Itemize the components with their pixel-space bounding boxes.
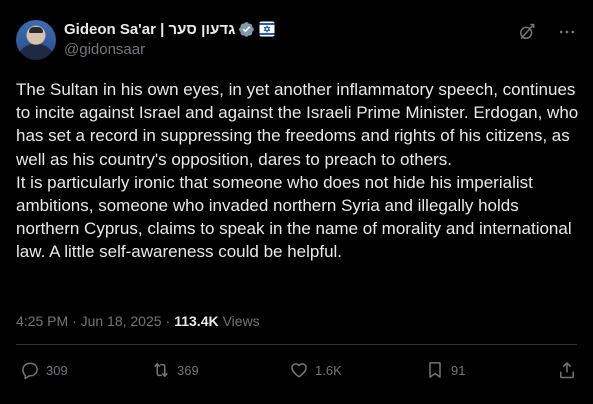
repost-button[interactable]: 369: [151, 360, 199, 380]
tweet-timestamp[interactable]: 4:25 PM · Jun 18, 2025: [16, 313, 162, 329]
author-info: Gideon Sa'ar | גדעון סער @gidonsaar: [64, 19, 275, 58]
grok-icon[interactable]: [517, 22, 537, 42]
bookmark-count: 91: [451, 362, 466, 378]
heart-icon: [291, 363, 307, 378]
tweet-header: Gideon Sa'ar | גדעון סער @gidonsaar: [16, 16, 577, 60]
meta-separator: ·: [165, 313, 171, 329]
views-count: 113.4K: [174, 313, 219, 329]
bookmark-icon: [429, 362, 441, 378]
author-handle[interactable]: @gidonsaar: [64, 41, 275, 58]
like-count: 1.6K: [315, 362, 342, 378]
tweet-top-actions: [517, 22, 577, 42]
views-label: Views: [222, 313, 260, 329]
tweet-card: Gideon Sa'ar | גדעון סער @gidonsaar The …: [0, 0, 593, 404]
author-display-name[interactable]: Gideon Sa'ar | גדעון סער: [64, 21, 235, 38]
israel-flag-icon: [259, 21, 275, 37]
share-icon: [560, 362, 574, 379]
like-button[interactable]: 1.6K: [289, 360, 342, 380]
share-button[interactable]: [557, 360, 577, 380]
reply-icon: [22, 362, 38, 380]
bookmark-button[interactable]: 91: [425, 360, 465, 380]
repost-icon: [154, 363, 168, 377]
divider: [16, 344, 577, 345]
avatar[interactable]: [16, 20, 56, 60]
tweet-text: The Sultan in his own eyes, in yet anoth…: [16, 80, 579, 262]
more-icon[interactable]: [557, 22, 577, 42]
tweet-meta: 4:25 PM · Jun 18, 2025 · 113.4K Views: [16, 313, 260, 329]
verified-badge-icon[interactable]: [238, 21, 255, 38]
repost-count: 369: [177, 362, 199, 378]
tweet-action-bar: 309 369 1.6K 91: [16, 360, 577, 384]
reply-button[interactable]: 309: [20, 360, 68, 380]
reply-count: 309: [46, 362, 68, 378]
